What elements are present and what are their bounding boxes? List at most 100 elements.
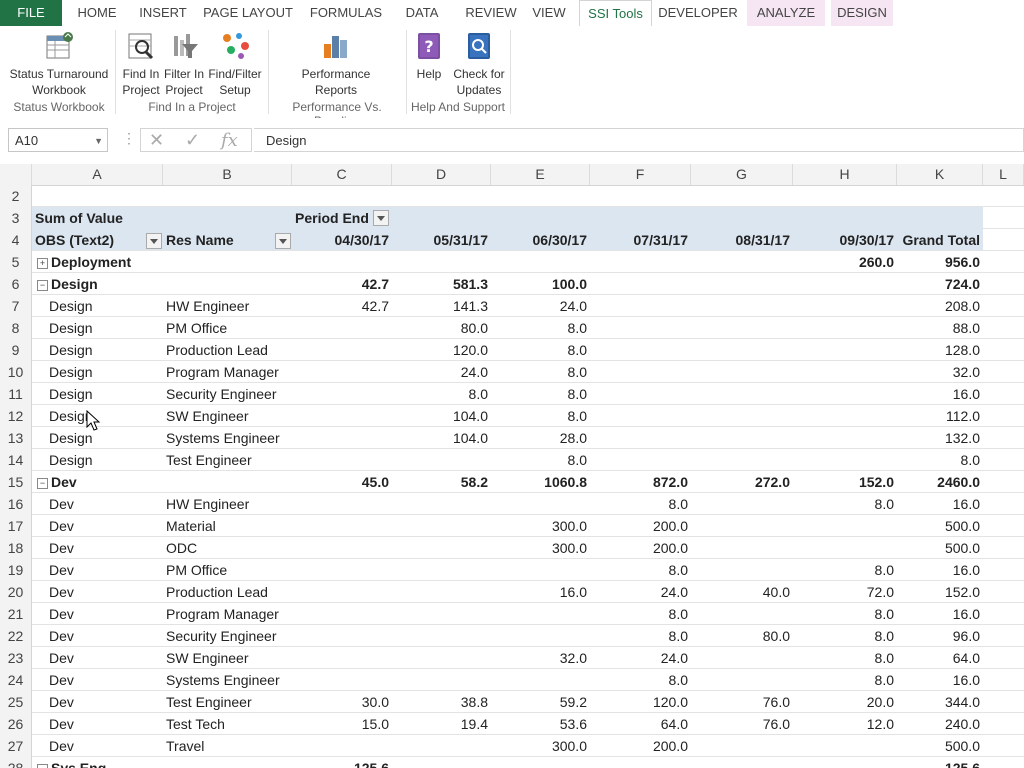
value-cell[interactable] bbox=[292, 625, 392, 646]
value-cell[interactable]: 40.0 bbox=[691, 581, 793, 602]
row-header[interactable]: 25 bbox=[0, 691, 32, 713]
value-cell[interactable]: 96.0 bbox=[897, 625, 983, 646]
value-cell[interactable] bbox=[491, 251, 590, 272]
pivot-period-label[interactable]: Period End bbox=[292, 207, 392, 228]
insert-function-icon[interactable]: fx bbox=[221, 130, 238, 151]
value-cell[interactable]: 724.0 bbox=[897, 273, 983, 294]
group-label[interactable]: − Dev bbox=[32, 471, 163, 492]
cancel-icon[interactable]: ✕ bbox=[149, 130, 164, 151]
column-header-c[interactable]: C bbox=[292, 164, 392, 185]
value-cell[interactable]: 260.0 bbox=[793, 251, 897, 272]
value-cell[interactable]: 24.0 bbox=[392, 361, 491, 382]
column-header-e[interactable]: E bbox=[491, 164, 590, 185]
value-cell[interactable]: 125.6 bbox=[292, 757, 392, 768]
value-cell[interactable]: 45.0 bbox=[292, 471, 392, 492]
row-header[interactable]: 26 bbox=[0, 713, 32, 735]
value-cell[interactable] bbox=[491, 669, 590, 690]
obs-cell[interactable]: Design bbox=[32, 449, 163, 470]
value-cell[interactable]: 300.0 bbox=[491, 515, 590, 536]
value-cell[interactable]: 208.0 bbox=[897, 295, 983, 316]
performance-reports-button[interactable]: Performance Reports bbox=[296, 30, 376, 98]
res-name-cell[interactable]: Systems Engineer bbox=[163, 427, 292, 448]
value-cell[interactable] bbox=[590, 251, 691, 272]
row-header[interactable]: 22 bbox=[0, 625, 32, 647]
value-cell[interactable] bbox=[392, 493, 491, 514]
expand-icon[interactable]: + bbox=[37, 257, 48, 269]
value-cell[interactable]: 8.0 bbox=[491, 339, 590, 360]
row-header[interactable]: 23 bbox=[0, 647, 32, 669]
value-cell[interactable] bbox=[691, 647, 793, 668]
value-cell[interactable]: 53.6 bbox=[491, 713, 590, 734]
value-cell[interactable]: 1060.8 bbox=[491, 471, 590, 492]
value-cell[interactable] bbox=[392, 603, 491, 624]
value-cell[interactable] bbox=[292, 383, 392, 404]
value-cell[interactable]: 8.0 bbox=[491, 361, 590, 382]
value-cell[interactable]: 344.0 bbox=[897, 691, 983, 712]
pivot-obs-label[interactable]: OBS (Text2) bbox=[32, 229, 163, 250]
tab-file[interactable]: FILE bbox=[0, 0, 62, 26]
value-cell[interactable]: 8.0 bbox=[793, 559, 897, 580]
drag-handle-icon[interactable]: ⋮ bbox=[122, 130, 136, 147]
value-cell[interactable] bbox=[590, 273, 691, 294]
value-cell[interactable] bbox=[691, 295, 793, 316]
value-cell[interactable] bbox=[392, 735, 491, 756]
value-cell[interactable] bbox=[292, 493, 392, 514]
value-cell[interactable]: 16.0 bbox=[897, 603, 983, 624]
obs-cell[interactable]: Dev bbox=[32, 581, 163, 602]
obs-cell[interactable]: Dev bbox=[32, 537, 163, 558]
value-cell[interactable]: 300.0 bbox=[491, 735, 590, 756]
obs-cell[interactable]: Dev bbox=[32, 713, 163, 734]
value-cell[interactable] bbox=[793, 757, 897, 768]
res-name-cell[interactable]: Systems Engineer bbox=[163, 669, 292, 690]
value-cell[interactable]: 72.0 bbox=[793, 581, 897, 602]
value-cell[interactable]: 16.0 bbox=[897, 493, 983, 514]
value-cell[interactable] bbox=[691, 361, 793, 382]
value-cell[interactable] bbox=[691, 405, 793, 426]
group-label[interactable]: −Sys Eng bbox=[32, 757, 163, 768]
row-header[interactable]: 14 bbox=[0, 449, 32, 471]
value-cell[interactable]: 200.0 bbox=[590, 735, 691, 756]
value-cell[interactable] bbox=[590, 383, 691, 404]
value-cell[interactable] bbox=[392, 537, 491, 558]
value-cell[interactable] bbox=[590, 317, 691, 338]
value-cell[interactable]: 30.0 bbox=[292, 691, 392, 712]
value-cell[interactable]: 88.0 bbox=[897, 317, 983, 338]
value-cell[interactable]: 500.0 bbox=[897, 735, 983, 756]
value-cell[interactable]: 16.0 bbox=[897, 669, 983, 690]
value-cell[interactable]: 141.3 bbox=[392, 295, 491, 316]
value-cell[interactable]: 24.0 bbox=[590, 581, 691, 602]
collapse-icon[interactable]: − bbox=[37, 279, 48, 291]
enter-check-icon[interactable]: ✓ bbox=[185, 130, 200, 151]
value-cell[interactable]: 104.0 bbox=[392, 427, 491, 448]
value-cell[interactable] bbox=[793, 515, 897, 536]
period-header[interactable]: 07/31/17 bbox=[590, 229, 691, 250]
value-cell[interactable]: 8.0 bbox=[590, 669, 691, 690]
value-cell[interactable]: 8.0 bbox=[491, 317, 590, 338]
value-cell[interactable]: 12.0 bbox=[793, 713, 897, 734]
group-label[interactable]: − Design bbox=[32, 273, 163, 294]
value-cell[interactable]: 8.0 bbox=[590, 603, 691, 624]
value-cell[interactable] bbox=[392, 669, 491, 690]
column-header-f[interactable]: F bbox=[590, 164, 691, 185]
column-header-h[interactable]: H bbox=[793, 164, 897, 185]
value-cell[interactable] bbox=[691, 449, 793, 470]
tab-page-layout[interactable]: PAGE LAYOUT bbox=[200, 0, 296, 26]
value-cell[interactable] bbox=[392, 647, 491, 668]
value-cell[interactable] bbox=[292, 735, 392, 756]
value-cell[interactable]: 581.3 bbox=[392, 273, 491, 294]
period-header[interactable]: 08/31/17 bbox=[691, 229, 793, 250]
value-cell[interactable]: 8.0 bbox=[491, 405, 590, 426]
formula-input[interactable]: Design bbox=[254, 128, 1024, 152]
obs-cell[interactable]: Design bbox=[32, 361, 163, 382]
grand-total-header[interactable]: Grand Total bbox=[897, 229, 983, 250]
value-cell[interactable] bbox=[292, 251, 392, 272]
value-cell[interactable] bbox=[590, 339, 691, 360]
res-name-cell[interactable]: Test Engineer bbox=[163, 691, 292, 712]
value-cell[interactable] bbox=[292, 559, 392, 580]
filter-in-project-button[interactable]: Filter In Project bbox=[162, 30, 206, 98]
res-name-cell[interactable]: Program Manager bbox=[163, 361, 292, 382]
row-header[interactable]: 17 bbox=[0, 515, 32, 537]
obs-cell[interactable]: Dev bbox=[32, 559, 163, 580]
value-cell[interactable]: 200.0 bbox=[590, 537, 691, 558]
value-cell[interactable] bbox=[793, 295, 897, 316]
